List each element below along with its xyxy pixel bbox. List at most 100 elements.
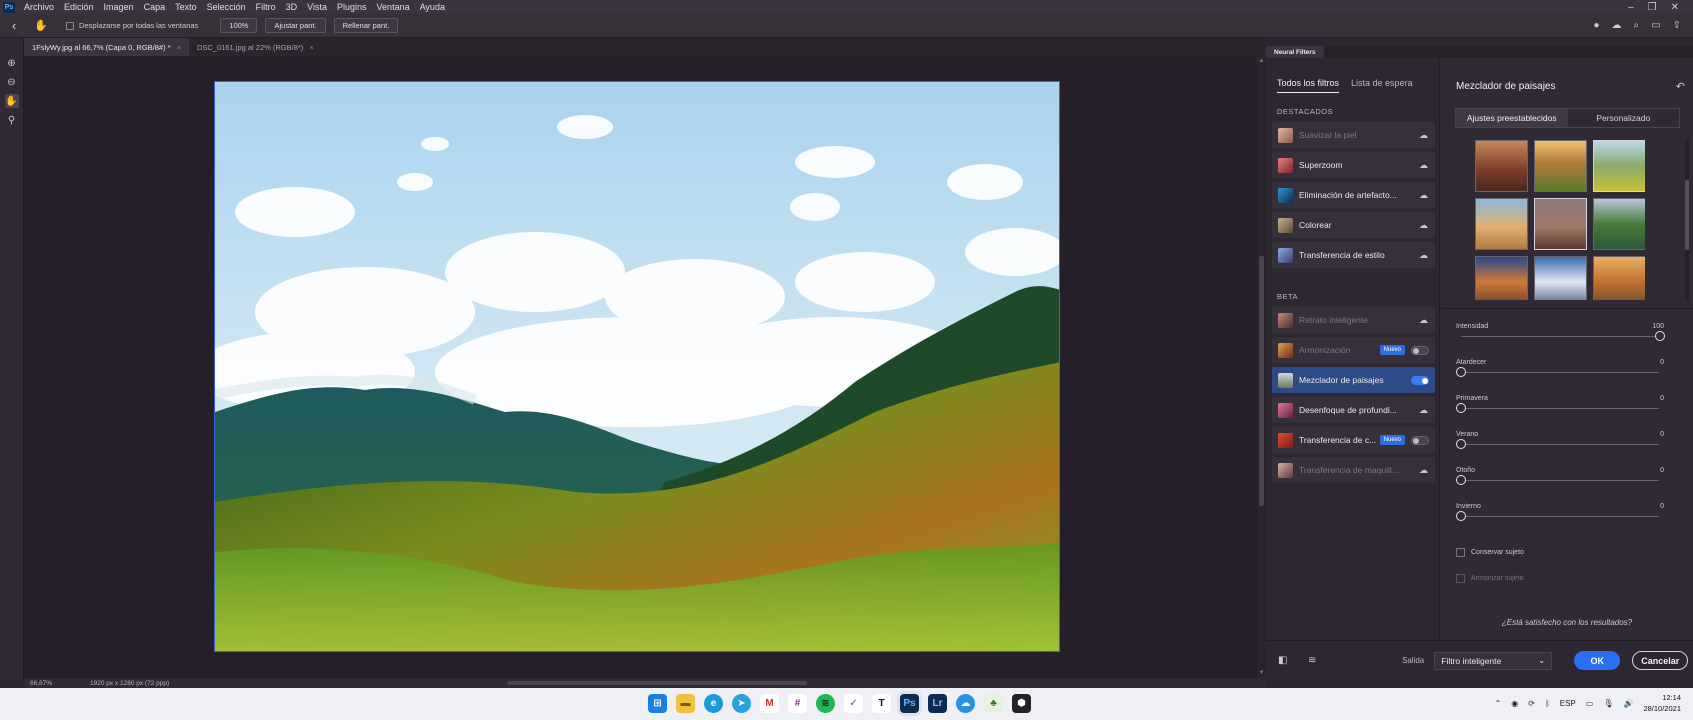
app-hex-icon[interactable]: ⬢ [1012, 694, 1031, 713]
cloud-download-icon[interactable]: ☁ [1419, 130, 1428, 141]
filter-artifact-removal[interactable]: Eliminación de artefacto... ☁ [1272, 182, 1435, 208]
cloud-download-icon[interactable]: ☁ [1419, 220, 1428, 231]
slider-track[interactable] [1461, 444, 1659, 445]
cloud-icon[interactable]: ☁ [1612, 20, 1622, 31]
slider-knob[interactable] [1456, 367, 1466, 377]
doc-tab-1[interactable]: 1FslyWy.jpg al 66,7% (Capa 0, RGB/8#) * … [24, 38, 189, 56]
slider-track[interactable] [1461, 408, 1659, 409]
plant-app-icon[interactable]: ♣ [984, 694, 1003, 713]
ok-button[interactable]: OK [1574, 651, 1621, 670]
tab-custom[interactable]: Personalizado [1568, 109, 1680, 127]
cloud-download-icon[interactable]: ☁ [1419, 190, 1428, 201]
canvas-horizontal-scrollbar[interactable] [187, 680, 1147, 686]
back-arrow-icon[interactable]: ‹ [12, 18, 16, 33]
filter-toggle[interactable] [1411, 435, 1429, 445]
menu-filtro[interactable]: Filtro [251, 2, 281, 12]
display-icon[interactable]: ▭ [1586, 699, 1594, 708]
search-icon[interactable]: ⌕ [1634, 20, 1640, 31]
menu-edicion[interactable]: Edición [59, 2, 99, 12]
spotify-icon[interactable]: ≋ [816, 694, 835, 713]
lightroom-icon[interactable]: Lr [928, 694, 947, 713]
slider-track[interactable] [1461, 372, 1659, 373]
zoom-in-icon[interactable]: ⊕ [5, 56, 19, 70]
filter-landscape-mixer[interactable]: Mezclador de paisajes [1272, 367, 1435, 393]
sync-icon[interactable]: ⟳ [1528, 699, 1535, 708]
edge-icon[interactable]: e [704, 694, 723, 713]
fill-screen-button[interactable]: Rellenar pant. [333, 18, 399, 33]
slider-track[interactable] [1461, 336, 1659, 337]
filter-harmonization[interactable]: Armonización Nuevo [1272, 337, 1435, 363]
preserve-subject-checkbox[interactable]: Conservar sujeto [1456, 548, 1524, 557]
menu-ayuda[interactable]: Ayuda [415, 2, 450, 12]
checkbox-box[interactable] [66, 21, 75, 30]
menu-seleccion[interactable]: Selección [202, 2, 251, 12]
menu-plugins[interactable]: Plugins [332, 2, 372, 12]
preset-canyon[interactable] [1475, 140, 1528, 192]
cloud-download-icon[interactable]: ☁ [1419, 250, 1428, 261]
clock[interactable]: 12:14 28/10/2021 [1643, 692, 1681, 714]
filter-style-transfer[interactable]: Transferencia de estilo ☁ [1272, 242, 1435, 268]
cloud-download-icon[interactable]: ☁ [1419, 465, 1428, 476]
tray-app-icon[interactable]: ◉ [1511, 699, 1518, 708]
preset-autumn-cliffs[interactable] [1593, 256, 1645, 300]
gmail-icon[interactable]: M [760, 694, 779, 713]
scroll-all-windows-checkbox[interactable]: Desplazarse por todas las ventanas [66, 21, 198, 30]
tab-waitlist[interactable]: Lista de espera [1351, 78, 1413, 93]
layers-icon[interactable]: ≋ [1308, 655, 1322, 666]
close-tab-icon[interactable]: × [177, 43, 181, 52]
filter-color-transfer[interactable]: Transferencia de c... Nuevo [1272, 427, 1435, 453]
output-select[interactable]: Filtro inteligente ⌄ [1434, 651, 1553, 670]
landscape-photo[interactable] [214, 81, 1060, 652]
cloud-download-icon[interactable]: ☁ [1419, 405, 1428, 416]
canvas-vertical-scrollbar[interactable]: ▲ ▼ [1257, 56, 1266, 678]
menu-archivo[interactable]: Archivo [19, 2, 59, 12]
filter-depth-blur[interactable]: Desenfoque de profundi... ☁ [1272, 397, 1435, 423]
bluetooth-icon[interactable]: ᛒ [1545, 699, 1550, 708]
canvas-area[interactable] [24, 56, 1257, 678]
fit-screen-button[interactable]: Ajustar pant. [265, 18, 326, 33]
compare-icon[interactable]: ◧ [1278, 655, 1292, 666]
zoom-level[interactable]: 66,67% [24, 680, 84, 687]
volume-icon[interactable]: 🔊 [1623, 699, 1633, 708]
menu-ventana[interactable]: Ventana [372, 2, 415, 12]
preset-sunset-valley[interactable] [1534, 140, 1587, 192]
cloud-download-icon[interactable]: ☁ [1419, 315, 1428, 326]
scrollbar-thumb[interactable] [1685, 180, 1689, 250]
slider-knob[interactable] [1655, 331, 1665, 341]
windows-start-icon[interactable]: ⊞ [648, 694, 667, 713]
filter-superzoom[interactable]: Superzoom ☁ [1272, 152, 1435, 178]
close-tab-icon[interactable]: × [309, 43, 313, 52]
menu-texto[interactable]: Texto [170, 2, 202, 12]
slider-knob[interactable] [1456, 403, 1466, 413]
slider-knob[interactable] [1456, 475, 1466, 485]
scrollbar-thumb[interactable] [1259, 256, 1264, 506]
tab-presets[interactable]: Ajustes preestablecidos [1456, 109, 1568, 127]
menu-vista[interactable]: Vista [302, 2, 332, 12]
weather-icon[interactable]: ☁ [956, 694, 975, 713]
scrollbar-thumb[interactable] [507, 681, 808, 685]
checkbox-box[interactable] [1456, 548, 1465, 557]
menu-3d[interactable]: 3D [281, 2, 303, 12]
reset-icon[interactable]: ↶ [1676, 80, 1685, 93]
scroll-down-icon[interactable]: ▼ [1257, 670, 1266, 676]
slider-track[interactable] [1461, 480, 1659, 481]
preset-monument[interactable] [1534, 198, 1587, 250]
photoshop-taskbar-icon[interactable]: Ps [900, 694, 919, 713]
workspace-icon[interactable]: ▭ [1651, 20, 1660, 31]
microphone-icon[interactable]: 🎙 [1603, 699, 1613, 708]
slack-icon[interactable]: # [788, 694, 807, 713]
magnifier-icon[interactable]: ⚲ [5, 113, 19, 127]
language-indicator[interactable]: ESP [1560, 699, 1576, 708]
hand-icon[interactable]: ✋ [4, 94, 19, 108]
neural-filters-tab[interactable]: Neural Filters [1266, 46, 1324, 58]
slider-knob[interactable] [1456, 511, 1466, 521]
preset-green-meadow[interactable] [1593, 140, 1645, 192]
menu-imagen[interactable]: Imagen [99, 2, 139, 12]
minimize-icon[interactable]: – [1628, 2, 1634, 13]
filter-toggle[interactable] [1411, 375, 1429, 385]
zoom-out-icon[interactable]: ⊖ [5, 75, 19, 89]
telegram-icon[interactable]: ➤ [732, 694, 751, 713]
filter-skin-smoothing[interactable]: Suavizar la piel ☁ [1272, 122, 1435, 148]
feedback-link[interactable]: ¿Está satisfecho con los resultados? [1441, 618, 1693, 627]
preset-river[interactable] [1593, 198, 1645, 250]
